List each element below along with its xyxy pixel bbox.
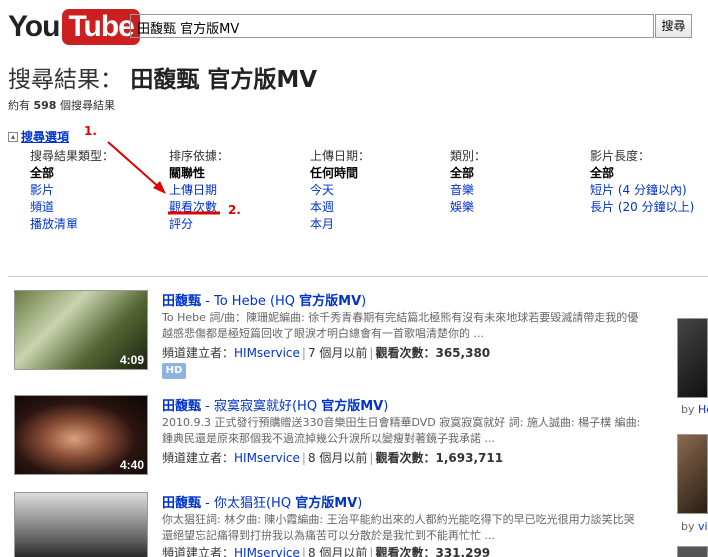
search-input[interactable]: 田馥甄 官方版MV — [130, 14, 654, 38]
hd-badge: HD — [162, 363, 186, 379]
video-duration: 4:09 — [119, 353, 144, 367]
youtube-logo[interactable]: You Tube — [8, 9, 140, 45]
uploader-link[interactable]: HIMservice — [234, 546, 300, 557]
filter-option[interactable]: 長片 (20 分鐘以上) — [590, 199, 705, 216]
uploader-label: 頻道建立者： — [162, 451, 235, 465]
collapse-icon: ▴ — [8, 131, 18, 142]
filter-selected: 任何時間 — [310, 166, 359, 180]
upload-age: 8 個月以前 — [307, 546, 368, 557]
result-item: 田馥甄 - 你太猖狂(HQ 官方版MV) 你太猖狂詞: 林夕曲: 陳小霞編曲: … — [14, 492, 659, 557]
title-artist: 田馥甄 — [162, 399, 202, 414]
filter-option[interactable]: 本月 — [310, 216, 450, 233]
filter-option[interactable]: 音樂 — [450, 182, 590, 199]
filter-header: 影片長度： — [590, 149, 651, 163]
search-options-label: 搜尋選項 — [21, 130, 70, 144]
page-title: 搜尋結果： 田馥甄 官方版MV — [8, 60, 317, 94]
filter-selected: 全部 — [590, 166, 615, 180]
title-text: - To Hebe (HQ — [201, 294, 300, 309]
title-artist: 田馥甄 — [162, 496, 202, 511]
video-duration: 4:40 — [119, 458, 144, 472]
video-meta: 頻道建立者：HIMservice | 8 個月以前 | 觀看次數：331,299 — [162, 544, 490, 557]
title-end: ) — [383, 399, 389, 414]
sidebar-uploader: by viz — [681, 520, 708, 533]
upload-age: 7 個月以前 — [307, 346, 368, 360]
result-item: 4:09 田馥甄 - To Hebe (HQ 官方版MV) To Hebe 詞/… — [14, 290, 659, 385]
video-title-link[interactable]: 田馥甄 - 你太猖狂(HQ 官方版MV) — [162, 492, 362, 511]
sidebar-uploader: by Ho — [681, 403, 708, 416]
page-title-query: 田馥甄 官方版MV — [130, 67, 318, 93]
filter-category: 類別： 全部 音樂 娛樂 — [450, 148, 590, 216]
section-divider — [8, 276, 708, 277]
uploader-label: 頻道建立者： — [162, 346, 235, 360]
result-count-value: 598 — [33, 99, 57, 112]
logo-tube-text: Tube — [62, 9, 140, 45]
filter-option[interactable]: 上傳日期 — [169, 182, 309, 199]
filter-sort: 排序依據： 關聯性 上傳日期 觀看次數 評分 — [169, 148, 309, 233]
views-label: 觀看次數： — [375, 546, 436, 557]
filter-option[interactable]: 短片 (4 分鐘以內) — [590, 182, 705, 199]
filter-header: 搜尋結果類型： — [30, 149, 115, 163]
sidebar-by-prefix: by — [681, 520, 698, 533]
video-title-link[interactable]: 田馥甄 - 寂寞寂寞就好(HQ 官方版MV) — [162, 395, 388, 414]
filter-option[interactable]: 頻道 — [30, 199, 170, 216]
views-label: 觀看次數： — [375, 346, 436, 360]
filter-header: 類別： — [450, 149, 487, 163]
logo-you-text: You — [8, 10, 60, 43]
annotation-step2: 2. — [228, 203, 241, 217]
video-description: 2010.9.3 正式發行預購贈送330音樂田生日會精華DVD 寂寞寂寞就好 詞… — [162, 416, 641, 445]
filter-selected: 關聯性 — [169, 166, 206, 180]
title-text: - 寂寞寂寞就好(HQ — [201, 399, 322, 414]
sidebar-thumbnail[interactable] — [677, 318, 708, 398]
search-options-toggle[interactable]: ▴ 搜尋選項 — [8, 128, 69, 145]
sidebar-by-prefix: by — [681, 403, 698, 416]
view-count: 331,299 — [435, 546, 491, 557]
filter-selected: 全部 — [30, 166, 55, 180]
filter-duration: 影片長度： 全部 短片 (4 分鐘以內) 長片 (20 分鐘以上) — [590, 148, 705, 216]
view-count: 365,380 — [435, 346, 491, 360]
title-tag: 官方版MV — [295, 496, 358, 511]
video-thumbnail[interactable] — [14, 492, 148, 557]
annotation-step1: 1. — [84, 124, 97, 138]
view-count: 1,693,711 — [435, 451, 504, 465]
result-count-prefix: 約有 — [8, 99, 30, 112]
title-end: ) — [361, 294, 367, 309]
filter-option[interactable]: 今天 — [310, 182, 450, 199]
title-text: - 你太猖狂(HQ — [201, 496, 296, 511]
filter-option[interactable]: 播放清單 — [30, 216, 170, 233]
result-item: 4:40 田馥甄 - 寂寞寂寞就好(HQ 官方版MV) 2010.9.3 正式發… — [14, 395, 659, 485]
sidebar-uploader-link[interactable]: Ho — [698, 403, 708, 416]
video-title-link[interactable]: 田馥甄 - To Hebe (HQ 官方版MV) — [162, 290, 366, 309]
uploader-link[interactable]: HIMservice — [234, 346, 300, 360]
result-count-suffix: 個搜尋結果 — [59, 99, 115, 112]
filter-option[interactable]: 本週 — [310, 199, 450, 216]
title-artist: 田馥甄 — [162, 294, 202, 309]
filter-upload-date: 上傳日期： 任何時間 今天 本週 本月 — [310, 148, 450, 233]
uploader-label: 頻道建立者： — [162, 546, 235, 557]
title-tag: 官方版MV — [321, 399, 384, 414]
upload-age: 8 個月以前 — [307, 451, 368, 465]
filter-selected: 全部 — [450, 166, 475, 180]
title-tag: 官方版MV — [299, 294, 362, 309]
filter-header: 上傳日期： — [310, 149, 371, 163]
sidebar-uploader-link[interactable]: viz — [698, 520, 708, 533]
title-end: ) — [357, 496, 363, 511]
video-meta: 頻道建立者：HIMservice | 7 個月以前 | 觀看次數：365,380 — [162, 346, 491, 360]
uploader-link[interactable]: HIMservice — [234, 451, 300, 465]
filter-option[interactable]: 娛樂 — [450, 199, 590, 216]
sidebar-thumbnail[interactable] — [677, 434, 708, 514]
video-thumbnail[interactable]: 4:09 — [14, 290, 148, 370]
sidebar-thumbnail[interactable] — [677, 546, 708, 557]
video-thumbnail[interactable]: 4:40 — [14, 395, 148, 475]
video-meta: 頻道建立者：HIMservice | 8 個月以前 | 觀看次數：1,693,711 — [162, 451, 504, 465]
result-count: 約有 598 個搜尋結果 — [8, 97, 115, 113]
search-button[interactable]: 搜尋 — [655, 14, 692, 38]
page-title-prefix: 搜尋結果： — [8, 67, 123, 93]
filter-type: 搜尋結果類型： 全部 影片 頻道 播放清單 — [30, 148, 170, 233]
filter-option[interactable]: 影片 — [30, 182, 170, 199]
filter-header: 排序依據： — [169, 149, 230, 163]
video-description: 你太猖狂詞: 林夕曲: 陳小霞編曲: 王治平能約出來的人都約光能吃得下的早已吃光… — [162, 513, 635, 542]
views-label: 觀看次數： — [375, 451, 436, 465]
filter-option[interactable]: 評分 — [169, 216, 309, 233]
video-description: To Hebe 詞/曲：陳珊妮編曲: 徐千秀青春期有完結篇北極熊有沒有未來地球若… — [162, 311, 639, 340]
